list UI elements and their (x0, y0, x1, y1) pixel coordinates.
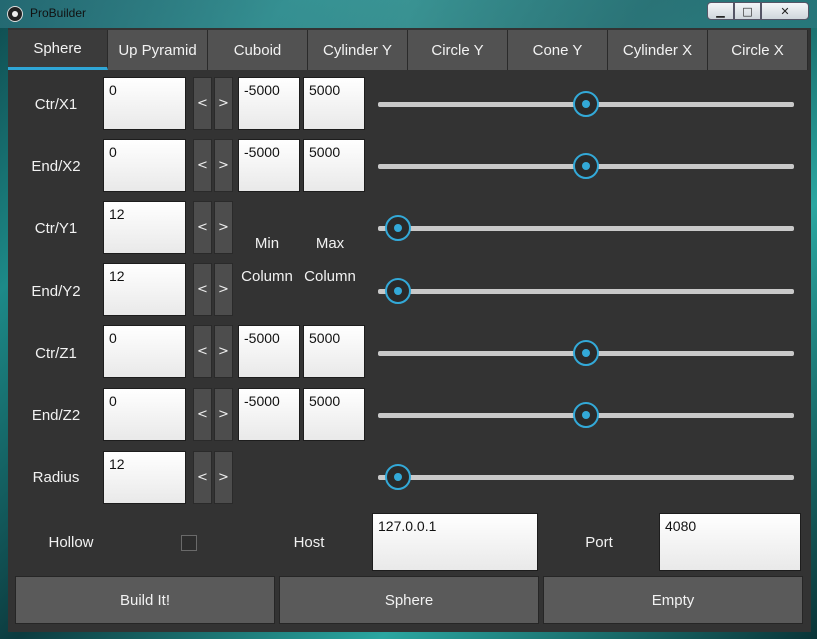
tab-up-pyramid[interactable]: Up Pyramid (108, 30, 208, 70)
end-z2-max-input[interactable]: 5000 (303, 388, 365, 441)
slider-handle[interactable] (384, 278, 411, 304)
radius-increment-button[interactable]: > (214, 451, 233, 504)
slider-handle[interactable] (573, 91, 599, 117)
ctr-x1-decrement-button[interactable]: < (193, 77, 212, 130)
end-x2-decrement-button[interactable]: < (193, 139, 212, 192)
tab-circle-x[interactable]: Circle X (708, 30, 808, 70)
end-z2-label: End/Z2 (31, 407, 81, 424)
min-column-caption-line2: Column (241, 268, 293, 285)
ctr-z1-max-input[interactable]: 5000 (303, 325, 365, 378)
probuilder-window: ProBuilder ▁ □ ✕ Sphere Up Pyramid Cuboi… (0, 0, 817, 639)
radius-decrement-button[interactable]: < (193, 451, 212, 504)
slider-handle[interactable] (573, 402, 599, 428)
hollow-checkbox[interactable] (181, 535, 197, 551)
slider-track (378, 289, 794, 294)
close-icon[interactable]: ✕ (761, 2, 809, 20)
end-y2-label: End/Y2 (31, 283, 81, 300)
end-x2-label: End/X2 (31, 158, 81, 175)
ctr-x1-input[interactable]: 0 (103, 77, 186, 130)
radius-input[interactable]: 12 (103, 451, 186, 504)
end-x2-input[interactable]: 0 (103, 139, 186, 192)
tab-cuboid[interactable]: Cuboid (208, 30, 308, 70)
end-z2-input[interactable]: 0 (103, 388, 186, 441)
end-z2-increment-button[interactable]: > (214, 388, 233, 441)
ctr-z1-decrement-button[interactable]: < (193, 325, 212, 378)
ctr-y1-slider[interactable] (378, 215, 794, 243)
ctr-z1-label: Ctr/Z1 (35, 345, 77, 362)
tab-cylinder-x[interactable]: Cylinder X (608, 30, 708, 70)
end-x2-slider[interactable] (378, 153, 794, 181)
sphere-button[interactable]: Sphere (279, 576, 539, 624)
ctr-x1-label: Ctr/X1 (34, 96, 78, 113)
end-x2-max-input[interactable]: 5000 (303, 139, 365, 192)
ctr-x1-increment-button[interactable]: > (214, 77, 233, 130)
end-y2-increment-button[interactable]: > (214, 263, 233, 316)
tab-sphere[interactable]: Sphere (8, 30, 108, 70)
max-column-caption-line1: Max (315, 235, 345, 252)
ctr-z1-min-input[interactable]: -5000 (238, 325, 300, 378)
ctr-y1-input[interactable]: 12 (103, 201, 186, 254)
slider-track (378, 226, 794, 231)
hollow-label: Hollow (48, 534, 94, 551)
ctr-z1-slider[interactable] (378, 340, 794, 368)
port-label: Port (585, 534, 613, 551)
tab-cylinder-y[interactable]: Cylinder Y (308, 30, 408, 70)
maximize-icon[interactable]: □ (734, 2, 761, 20)
ctr-x1-max-input[interactable]: 5000 (303, 77, 365, 130)
tab-circle-y[interactable]: Circle Y (408, 30, 508, 70)
title-bar[interactable]: ProBuilder ▁ □ ✕ (0, 0, 817, 28)
end-z2-slider[interactable] (378, 402, 794, 430)
end-x2-increment-button[interactable]: > (214, 139, 233, 192)
radius-label: Radius (32, 469, 80, 486)
ctr-z1-increment-button[interactable]: > (214, 325, 233, 378)
ctr-y1-label: Ctr/Y1 (34, 220, 78, 237)
min-column-caption-line1: Min (254, 235, 280, 252)
end-y2-decrement-button[interactable]: < (193, 263, 212, 316)
ctr-y1-increment-button[interactable]: > (214, 201, 233, 254)
port-input[interactable]: 4080 (659, 513, 801, 571)
max-column-caption-line2: Column (304, 268, 356, 285)
slider-handle[interactable] (573, 153, 599, 179)
empty-button[interactable]: Empty (543, 576, 803, 624)
radius-slider[interactable] (378, 464, 794, 492)
minimize-icon[interactable]: ▁ (707, 2, 734, 20)
shape-tabs: Sphere Up Pyramid Cuboid Cylinder Y Circ… (8, 30, 811, 70)
main-panel: Sphere Up Pyramid Cuboid Cylinder Y Circ… (8, 28, 811, 632)
tab-cone-y[interactable]: Cone Y (508, 30, 608, 70)
slider-handle[interactable] (573, 340, 599, 366)
host-label: Host (293, 534, 325, 551)
slider-track (378, 475, 794, 480)
slider-handle[interactable] (384, 215, 411, 241)
ctr-z1-input[interactable]: 0 (103, 325, 186, 378)
ctr-x1-slider[interactable] (378, 91, 794, 119)
end-y2-slider[interactable] (378, 278, 794, 306)
window-title: ProBuilder (30, 6, 87, 20)
slider-handle[interactable] (384, 464, 411, 490)
app-logo-icon (7, 6, 23, 22)
ctr-y1-decrement-button[interactable]: < (193, 201, 212, 254)
build-it-button[interactable]: Build It! (15, 576, 275, 624)
host-input[interactable]: 127.0.0.1 (372, 513, 538, 571)
end-x2-min-input[interactable]: -5000 (238, 139, 300, 192)
end-z2-min-input[interactable]: -5000 (238, 388, 300, 441)
ctr-x1-min-input[interactable]: -5000 (238, 77, 300, 130)
end-y2-input[interactable]: 12 (103, 263, 186, 316)
end-z2-decrement-button[interactable]: < (193, 388, 212, 441)
window-controls: ▁ □ ✕ (707, 2, 811, 22)
